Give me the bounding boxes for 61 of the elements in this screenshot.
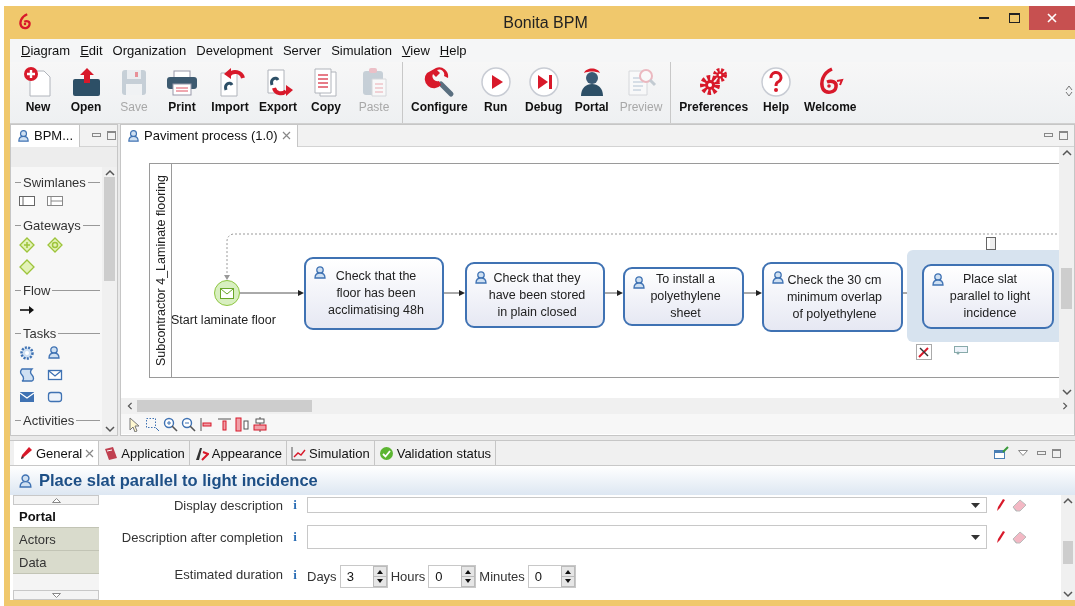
task-label: Check the 30 cm minimum overlap of polyethylene: [785, 271, 884, 323]
menu-item[interactable]: View: [396, 43, 435, 58]
task-label: Place slat parallel to light incidence: [948, 271, 1032, 322]
toolbar-button[interactable]: Run: [473, 64, 518, 123]
task-node[interactable]: Check that they have been stored in plain closed: [465, 262, 605, 328]
toolbar-button[interactable]: Configure: [409, 64, 470, 123]
field-label: Minutes: [479, 569, 525, 584]
section-title: Tasks: [23, 326, 57, 341]
menu-item[interactable]: Server: [277, 43, 327, 58]
view-tab[interactable]: BPM...: [11, 124, 80, 147]
section-title: Gateways: [23, 218, 81, 233]
section-title: Swimlanes: [23, 175, 86, 190]
number-spinner[interactable]: 0: [428, 565, 477, 588]
toolbar-button[interactable]: Help: [754, 64, 799, 123]
task-node[interactable]: Place slat parallel to light incidence: [922, 264, 1054, 329]
event-label: Start laminate floor: [171, 313, 276, 327]
toolbar-button[interactable]: Import: [208, 64, 252, 123]
info-icon: i: [283, 529, 307, 545]
menu-item[interactable]: Development: [191, 43, 278, 58]
toolbar-button[interactable]: Copy: [304, 64, 348, 123]
menu-item[interactable]: Simulation: [326, 43, 397, 58]
task-label: To install a polyethylene sheet: [649, 271, 722, 322]
toolbar-button[interactable]: Export: [256, 64, 300, 123]
tab[interactable]: Validation status: [374, 441, 497, 465]
field-label: Days: [307, 569, 337, 584]
number-spinner[interactable]: 0: [527, 565, 576, 588]
toolbar-button[interactable]: New: [16, 64, 60, 123]
tab[interactable]: Application: [99, 441, 190, 465]
panel-title: Place slat parallel to light incidence: [39, 471, 318, 490]
info-icon: i: [283, 497, 307, 513]
field-label: Hours: [390, 569, 426, 584]
task-label: Check that the floor has been acclimatising 48h: [327, 268, 425, 319]
field-label: Description after completion: [120, 529, 283, 545]
menu-item[interactable]: Diagram: [16, 43, 76, 58]
section-title: Activities: [23, 413, 75, 428]
section-title: Flow: [23, 283, 51, 298]
lane-label: Subcontractor 4_Laminate flooring: [153, 174, 168, 367]
window-title: Bonita BPM: [503, 13, 588, 32]
tab[interactable]: Appearance: [189, 441, 287, 465]
menu-item[interactable]: Help: [434, 43, 472, 58]
task-node[interactable]: Check that the floor has been acclimatising 48h: [304, 257, 444, 330]
tab[interactable]: General: [14, 441, 100, 465]
number-spinner[interactable]: 3: [339, 565, 388, 588]
menu-item[interactable]: Edit: [75, 43, 108, 58]
toolbar-button[interactable]: Open: [64, 64, 108, 123]
info-icon: i: [283, 566, 307, 583]
task-node[interactable]: Check the 30 cm minimum overlap of polyethylene: [762, 262, 903, 332]
menu-item[interactable]: Organization: [107, 43, 192, 58]
toolbar-button[interactable]: Print: [160, 64, 204, 123]
field-label: Estimated duration: [173, 567, 283, 582]
toolbar-button[interactable]: Welcome: [802, 64, 859, 123]
tab[interactable]: Simulation: [287, 441, 375, 465]
section-item[interactable]: Actors: [13, 528, 99, 551]
field-label: Display description: [172, 497, 283, 513]
toolbar-button[interactable]: Preferences: [677, 64, 751, 123]
task-node[interactable]: To install a polyethylene sheet: [623, 267, 744, 326]
toolbar-button[interactable]: Debug: [521, 64, 566, 123]
task-label: Check that they have been stored in plain closed: [487, 269, 587, 321]
toolbar-button[interactable]: Portal: [569, 64, 614, 123]
section-item[interactable]: Data: [13, 551, 99, 574]
editor-tab[interactable]: Paviment process (1.0): [121, 124, 298, 147]
